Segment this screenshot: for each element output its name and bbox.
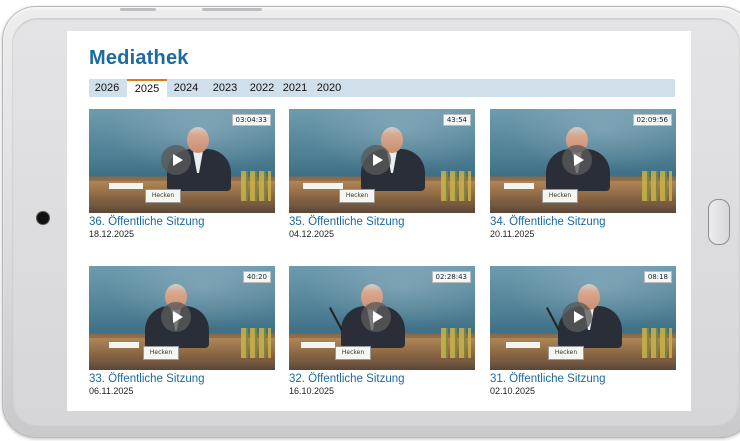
video-date: 18.12.2025 bbox=[89, 229, 135, 239]
duration-badge: 43:54 bbox=[442, 114, 471, 126]
video-thumbnail[interactable]: Hecken 43:54 bbox=[289, 109, 475, 213]
play-icon[interactable] bbox=[562, 302, 592, 332]
tab-2021[interactable]: 2021 bbox=[279, 79, 311, 97]
video-card: Hecken 03:04:33 36. Öffentliche Sitzung … bbox=[89, 109, 275, 239]
camera-icon bbox=[37, 212, 49, 224]
video-thumbnail[interactable]: Hecken 40:20 bbox=[89, 266, 275, 370]
video-card: Hecken 08:18 31. Öffentliche Sitzung 02.… bbox=[490, 266, 676, 396]
page-title: Mediathek bbox=[89, 47, 189, 69]
home-button[interactable] bbox=[708, 199, 730, 245]
nameplate: Hecken bbox=[145, 189, 181, 203]
tab-2024[interactable]: 2024 bbox=[170, 79, 202, 97]
volume-button bbox=[120, 8, 156, 11]
play-icon[interactable] bbox=[161, 145, 191, 175]
video-title-link[interactable]: 34. Öffentliche Sitzung bbox=[490, 216, 676, 228]
power-button bbox=[202, 8, 262, 11]
video-title-link[interactable]: 35. Öffentliche Sitzung bbox=[289, 216, 475, 228]
tab-2020[interactable]: 2020 bbox=[313, 79, 345, 97]
tab-2025[interactable]: 2025 bbox=[127, 79, 167, 97]
nameplate: Hecken bbox=[339, 189, 375, 203]
play-icon[interactable] bbox=[562, 145, 592, 175]
video-date: 16.10.2025 bbox=[289, 386, 335, 396]
duration-badge: 02:09:56 bbox=[632, 114, 672, 126]
video-title-link[interactable]: 33. Öffentliche Sitzung bbox=[89, 373, 275, 385]
screen: Mediathek 2026 2025 2024 2023 2022 2021 … bbox=[67, 31, 691, 411]
tab-2022[interactable]: 2022 bbox=[246, 79, 278, 97]
video-thumbnail[interactable]: Hecken 03:04:33 bbox=[89, 109, 275, 213]
nameplate: Hecken bbox=[143, 346, 179, 360]
video-title-link[interactable]: 32. Öffentliche Sitzung bbox=[289, 373, 475, 385]
video-card: Hecken 02:28:43 32. Öffentliche Sitzung … bbox=[289, 266, 475, 396]
video-card: Hecken 43:54 35. Öffentliche Sitzung 04.… bbox=[289, 109, 475, 239]
duration-badge: 03:04:33 bbox=[231, 114, 271, 126]
year-tabs: 2026 2025 2024 2023 2022 2021 2020 bbox=[89, 79, 675, 97]
video-title-link[interactable]: 36. Öffentliche Sitzung bbox=[89, 216, 275, 228]
video-thumbnail[interactable]: Hecken 02:28:43 bbox=[289, 266, 475, 370]
video-date: 06.11.2025 bbox=[89, 386, 134, 396]
duration-badge: 08:18 bbox=[643, 271, 672, 283]
duration-badge: 40:20 bbox=[242, 271, 271, 283]
video-date: 20.11.2025 bbox=[490, 229, 535, 239]
tab-2026[interactable]: 2026 bbox=[91, 79, 123, 97]
video-card: Hecken 40:20 33. Öffentliche Sitzung 06.… bbox=[89, 266, 275, 396]
play-icon[interactable] bbox=[361, 145, 391, 175]
video-date: 02.10.2025 bbox=[490, 386, 536, 396]
tab-2023[interactable]: 2023 bbox=[209, 79, 241, 97]
video-thumbnail[interactable]: Hecken 08:18 bbox=[490, 266, 676, 370]
video-date: 04.12.2025 bbox=[289, 229, 335, 239]
video-thumbnail[interactable]: Hecken 02:09:56 bbox=[490, 109, 676, 213]
video-card: Hecken 02:09:56 34. Öffentliche Sitzung … bbox=[490, 109, 676, 239]
nameplate: Hecken bbox=[542, 189, 578, 203]
play-icon[interactable] bbox=[161, 302, 191, 332]
duration-badge: 02:28:43 bbox=[431, 271, 471, 283]
video-title-link[interactable]: 31. Öffentliche Sitzung bbox=[490, 373, 676, 385]
nameplate: Hecken bbox=[548, 346, 584, 360]
play-icon[interactable] bbox=[361, 302, 391, 332]
nameplate: Hecken bbox=[335, 346, 371, 360]
